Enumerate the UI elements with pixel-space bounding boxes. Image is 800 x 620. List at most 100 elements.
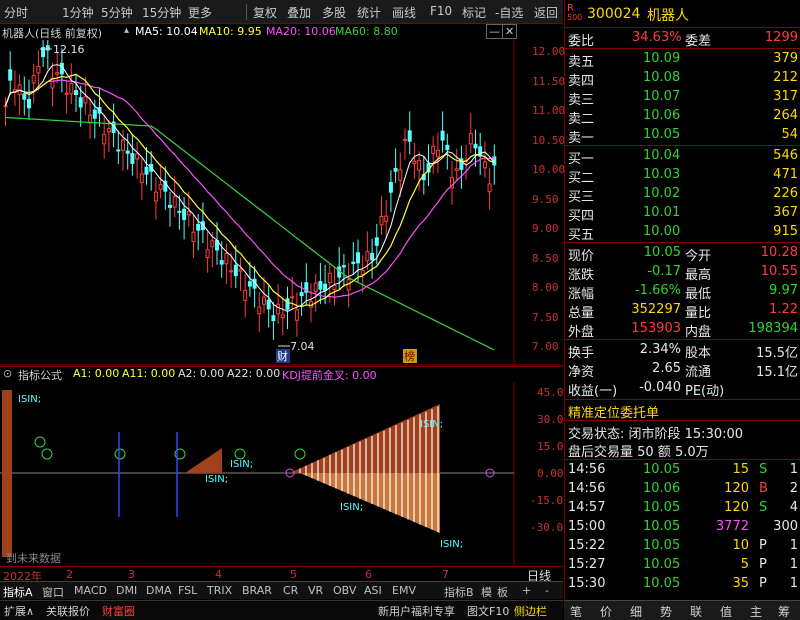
candle-body [135, 153, 140, 160]
nav-price[interactable]: 价 [600, 603, 612, 620]
tab-dmi[interactable]: DMI [116, 584, 137, 597]
order-title[interactable]: 精准定位委托单 [565, 401, 800, 421]
related-quote-button[interactable]: 关联报价 [46, 603, 90, 619]
signal-circle [41, 448, 53, 460]
nav-detail[interactable]: 细 [630, 603, 642, 620]
candle-body [92, 109, 97, 119]
tab-emv[interactable]: EMV [392, 584, 416, 597]
candle-body [487, 183, 492, 193]
tab-macd[interactable]: MACD [74, 584, 107, 597]
zoom-out-button[interactable]: - [545, 584, 549, 597]
tab-obv[interactable]: OBV [333, 584, 356, 597]
candle-body [299, 292, 304, 297]
price-tick: 10.00 [532, 163, 566, 176]
sidebar-button[interactable]: 侧边栏 [514, 603, 547, 619]
period-tab[interactable]: 分时 [4, 4, 28, 21]
candle-body [158, 184, 163, 190]
candle-body [125, 150, 130, 154]
tab-indicator-b[interactable]: 指标B [444, 584, 474, 600]
indicator-chart[interactable]: ISIN;ISIN;ISIN;ISIN;ISIN;ISIN; 到未来数据 [0, 382, 563, 566]
indicator-tabs: 指标A 窗口 MACD DMI DMA FSL TRIX BRAR CR VR … [0, 581, 563, 599]
month-label: 4 [215, 568, 222, 581]
candle-body [233, 264, 238, 277]
ask-row: 卖一 10.05 54 [568, 127, 798, 146]
zoom-in-button[interactable]: + [522, 584, 531, 597]
indicator-header: ⊙ 指标公式 A1: 0.00 A11: 0.00 A2: 0.00 A22: … [0, 366, 563, 382]
indicator-name[interactable]: 指标公式 [18, 367, 62, 383]
overlay-button[interactable]: 叠加 [287, 4, 311, 21]
candle-body [196, 223, 201, 231]
f10-button[interactable]: F10 [430, 4, 452, 18]
nav-trend[interactable]: 势 [660, 603, 672, 620]
new-user-welfare-link[interactable]: 新用户福利专享 [378, 603, 455, 619]
month-label: 7 [442, 568, 449, 581]
kline-chart[interactable]: 12.16 7.04 财 榜 [0, 40, 563, 366]
candle-body [238, 268, 243, 272]
candle-body [285, 298, 290, 310]
period-tab[interactable]: 5分钟 [101, 4, 133, 21]
tab-template[interactable]: 模 [481, 584, 492, 600]
a11-label: A11: 0.00 [122, 367, 176, 380]
wealth-circle-button[interactable]: 财富圈 [102, 603, 135, 619]
tab-indicator-a[interactable]: 指标A [3, 584, 33, 600]
candle-body [3, 105, 8, 108]
period-tab[interactable]: 15分钟 [142, 4, 181, 21]
multi-stock-button[interactable]: 多股 [322, 4, 346, 21]
tab-cr[interactable]: CR [283, 584, 298, 597]
back-button[interactable]: 返回 [534, 4, 558, 21]
triangle-icon[interactable]: ▴ [124, 25, 129, 36]
candle-body [356, 252, 360, 264]
tab-asi[interactable]: ASI [364, 584, 382, 597]
candle-body [121, 139, 125, 151]
candle-body [243, 289, 248, 301]
nav-linked[interactable]: 联 [690, 603, 702, 620]
candle-body [144, 166, 149, 175]
tab-trix[interactable]: TRIX [207, 584, 232, 597]
nav-chips[interactable]: 筹 [778, 603, 790, 620]
a2-label: A2: 0.00 [178, 367, 225, 380]
tab-brar[interactable]: BRAR [242, 584, 272, 597]
tab-fsl[interactable]: FSL [178, 584, 197, 597]
ma5-label: MA5: 10.04 [135, 25, 198, 38]
tick-row: 15:30 10.05 35 P 1 [568, 576, 798, 591]
isin-label: ISIN; [440, 539, 463, 550]
candle-body [191, 231, 196, 243]
candle-body [327, 272, 332, 284]
month-label: 3 [128, 568, 135, 581]
settings-icon[interactable]: ⊙ [3, 367, 12, 380]
mark-button[interactable]: 标记 [462, 4, 486, 21]
fuquan-button[interactable]: 复权 [253, 4, 277, 21]
candle-body [290, 296, 295, 299]
stat2-row: 净资 2.65 流通 15.1亿 [568, 361, 798, 380]
candle-body [177, 210, 182, 213]
candle-body [431, 145, 436, 154]
rank-marker-label: 榜 [404, 349, 415, 363]
candles [3, 40, 497, 340]
nav-value[interactable]: 值 [720, 603, 732, 620]
candle-body [22, 93, 27, 100]
expand-button[interactable]: 扩展∧ [4, 603, 34, 619]
draw-line-button[interactable]: 画线 [392, 4, 416, 21]
nav-tick[interactable]: 笔 [570, 603, 582, 620]
r-badge: R 500 [567, 3, 583, 23]
minimize-button[interactable]: — [486, 24, 503, 39]
tab-dma[interactable]: DMA [146, 584, 172, 597]
candle-body [374, 237, 379, 246]
close-icon[interactable]: ✕ [502, 24, 518, 39]
weicha-value: 1299 [764, 30, 798, 45]
candle-body [78, 97, 83, 108]
nav-main[interactable]: 主 [750, 603, 762, 620]
bid-row: 买五 10.00 915 [568, 224, 798, 243]
candle-body [116, 149, 121, 152]
tab-vr[interactable]: VR [308, 584, 323, 597]
signal-circle [34, 436, 46, 448]
f10-graphic-button[interactable]: 图文F10 [467, 603, 509, 619]
tab-window[interactable]: 窗口 [42, 584, 64, 600]
stats-button[interactable]: 统计 [357, 4, 381, 21]
period-more[interactable]: 更多 [188, 4, 212, 21]
period-tab[interactable]: 1分钟 [62, 4, 94, 21]
tab-board[interactable]: 板 [497, 584, 508, 600]
watchlist-button[interactable]: -自选 [495, 4, 523, 21]
bid-row: 买四 10.01 367 [568, 205, 798, 224]
candle-body [454, 168, 459, 172]
